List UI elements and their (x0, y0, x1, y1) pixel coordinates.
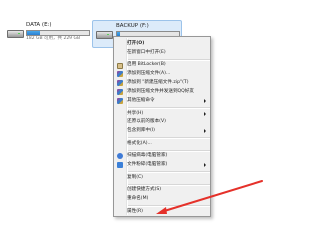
annotation-arrow (156, 180, 263, 214)
